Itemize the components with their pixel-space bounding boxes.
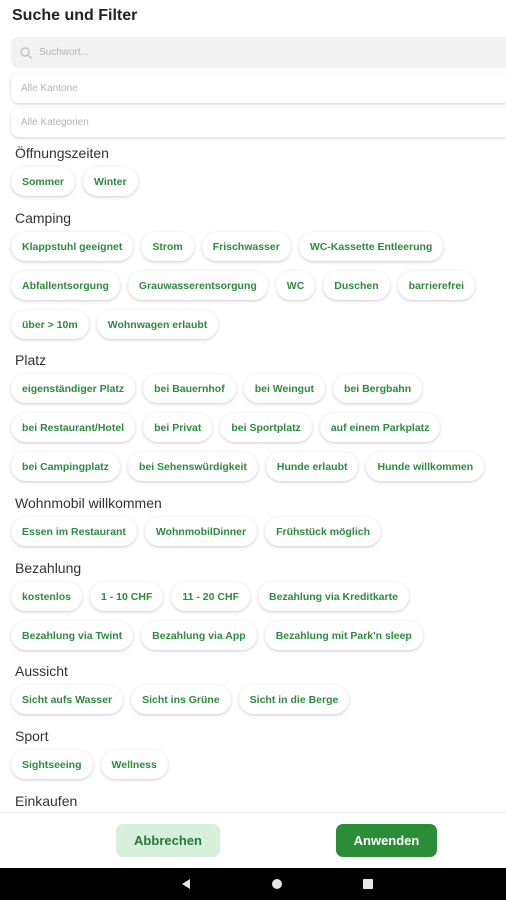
chip-group-platz: eigenständiger Platz bei Bauernhof bei Wei…	[11, 374, 501, 481]
filter-chip[interactable]: kostenlos	[11, 582, 83, 611]
section-title-einkaufen: Einkaufen	[15, 793, 78, 809]
action-footer: Abbrechen Anwenden	[0, 812, 506, 868]
filter-chip[interactable]: bei Sportplatz	[220, 413, 312, 442]
chip-group-bezahlung: kostenlos 1 - 10 CHF 11 - 20 CHF Bezahlung …	[11, 582, 501, 650]
section-title-wohnmobil: Wohnmobil willkommen	[15, 495, 162, 511]
filter-chip[interactable]: bei Weingut	[243, 374, 326, 403]
system-navigation-bar	[0, 868, 506, 900]
filter-chip[interactable]: Bezahlung via App	[141, 621, 257, 650]
filter-chip[interactable]: bei Campingplatz	[11, 452, 120, 481]
filter-chip[interactable]: Klappstuhl geeignet	[11, 232, 134, 261]
filter-chip[interactable]: bei Bergbahn	[333, 374, 423, 403]
filter-chip[interactable]: Bezahlung via Twint	[11, 621, 134, 650]
section-title-bezahlung: Bezahlung	[15, 560, 82, 576]
filter-chip[interactable]: Winter	[83, 167, 138, 196]
search-icon	[20, 46, 33, 59]
filter-chip[interactable]: Sightseeing	[11, 750, 93, 779]
filter-chip[interactable]: WC	[275, 271, 316, 300]
filter-chip[interactable]: barrierefrei	[397, 271, 476, 300]
filter-chip[interactable]: Grauwasserentsorgung	[127, 271, 268, 300]
kategorie-dropdown-value: Alle Kategorien	[21, 117, 89, 128]
filter-chip[interactable]: Sicht aufs Wasser	[11, 685, 124, 714]
home-circle-icon[interactable]	[270, 877, 284, 891]
section-title-oeffnungszeiten: Öffnungszeiten	[15, 145, 109, 161]
filter-chip[interactable]: Duschen	[323, 271, 390, 300]
chip-group-camping: Klappstuhl geeignet Strom Frischwasser WC-K…	[11, 232, 501, 339]
section-title-platz: Platz	[15, 352, 47, 368]
section-title-aussicht: Aussicht	[15, 663, 68, 679]
kanton-dropdown[interactable]: Alle Kantone	[11, 74, 506, 103]
filter-chip[interactable]: Wohnwagen erlaubt	[96, 310, 219, 339]
filter-chip[interactable]: bei Privat	[143, 413, 213, 442]
apply-button[interactable]: Anwenden	[336, 824, 437, 857]
filter-chip[interactable]: bei Bauernhof	[143, 374, 236, 403]
chip-group-aussicht: Sicht aufs Wasser Sicht ins Grüne Sicht in…	[11, 685, 501, 714]
page-title: Suche und Filter	[12, 7, 138, 24]
filter-chip[interactable]: Sicht in die Berge	[238, 685, 350, 714]
filter-chip[interactable]: WohnmobilDinner	[144, 517, 258, 546]
chip-group-oeffnungszeiten: Sommer Winter	[11, 167, 501, 196]
kategorie-dropdown[interactable]: Alle Kategorien	[11, 108, 506, 137]
filter-chip[interactable]: eigenständiger Platz	[11, 374, 136, 403]
cancel-button[interactable]: Abbrechen	[116, 824, 220, 857]
filter-chip[interactable]: Bezahlung via Kreditkarte	[257, 582, 409, 611]
filter-chip[interactable]: 11 - 20 CHF	[171, 582, 250, 611]
filter-chip[interactable]: bei Sehenswürdigkeit	[127, 452, 258, 481]
filter-chip[interactable]: Bezahlung mit Park'n sleep	[264, 621, 423, 650]
kanton-dropdown-value: Alle Kantone	[21, 83, 78, 94]
filter-scroll-area[interactable]: Suchwort... Alle Kantone Alle Kategorien…	[0, 34, 506, 812]
filter-chip[interactable]: WC-Kassette Entleerung	[298, 232, 444, 261]
filter-chip[interactable]: Abfallentsorgung	[11, 271, 120, 300]
section-title-camping: Camping	[15, 210, 72, 226]
filter-chip[interactable]: Wellness	[100, 750, 168, 779]
filter-chip[interactable]: Sommer	[11, 167, 76, 196]
search-input[interactable]: Suchwort...	[11, 37, 506, 68]
filter-chip[interactable]: über > 10m	[11, 310, 89, 339]
section-title-sport: Sport	[15, 728, 49, 744]
search-placeholder: Suchwort...	[39, 47, 90, 58]
filter-chip[interactable]: Hunde erlaubt	[265, 452, 359, 481]
recents-square-icon[interactable]	[361, 877, 375, 891]
filter-chip[interactable]: Frühstück möglich	[265, 517, 382, 546]
filter-chip[interactable]: auf einem Parkplatz	[319, 413, 441, 442]
filter-chip[interactable]: Essen im Restaurant	[11, 517, 137, 546]
filter-chip[interactable]: Hunde willkommen	[366, 452, 485, 481]
filter-chip[interactable]: Frischwasser	[201, 232, 291, 261]
filter-chip[interactable]: Sicht ins Grüne	[131, 685, 231, 714]
filter-chip[interactable]: Strom	[141, 232, 194, 261]
back-triangle-icon[interactable]	[179, 877, 193, 891]
filter-chip[interactable]: bei Restaurant/Hotel	[11, 413, 136, 442]
page-header: Suche und Filter	[0, 0, 506, 34]
chip-group-sport: Sightseeing Wellness	[11, 750, 501, 779]
filter-chip[interactable]: 1 - 10 CHF	[90, 582, 164, 611]
chip-group-wohnmobil: Essen im Restaurant WohnmobilDinner Frühst…	[11, 517, 501, 546]
